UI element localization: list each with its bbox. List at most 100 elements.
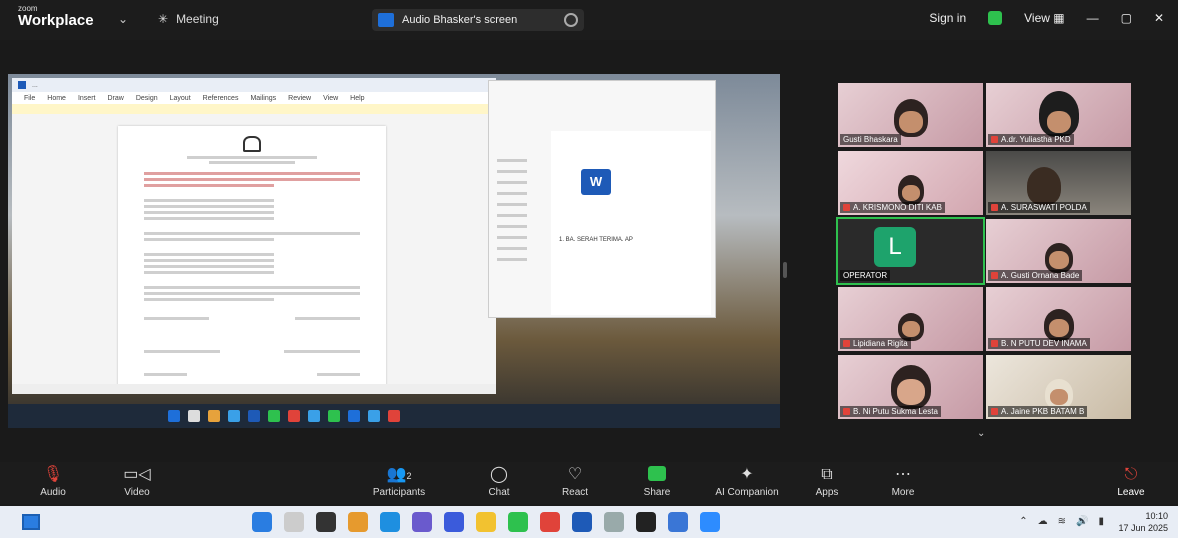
file-explorer-window: W 1. BA. SERAH TERIMA. AP [488,80,716,318]
task-view-icon[interactable] [316,512,336,532]
muted-mic-icon [843,340,850,348]
muted-mic-icon [991,340,998,348]
participant-name: A.dr. Yuliastha PKD [988,134,1074,145]
menu-item: Draw [107,94,124,102]
participant-tile[interactable]: A. Jaine PKB BATAM B [986,355,1131,419]
participant-tile-active[interactable]: L OPERATOR [836,217,985,285]
opera-icon[interactable] [540,512,560,532]
word-icon[interactable] [572,512,592,532]
menu-item: Review [288,94,312,102]
app-icon[interactable] [668,512,688,532]
audio-button[interactable]: 🎙 Audio [18,466,88,498]
teams-icon[interactable] [412,512,432,532]
shared-taskbar [8,404,780,428]
app-icon[interactable] [636,512,656,532]
participant-tile[interactable]: A. KRISMONO DITI KAB [838,151,983,215]
chevron-down-icon[interactable]: ⌄ [118,12,128,26]
maximize-icon[interactable]: ▢ [1121,11,1132,25]
sparkle-icon: ✦ [740,466,754,483]
meeting-menu[interactable]: ✳ Meeting [158,12,219,26]
heart-icon: ♡ [567,466,583,483]
share-screen-icon [622,466,692,484]
participant-name: A. Gusti Ornana Bade [988,270,1083,281]
protected-view-bar [12,104,496,114]
word-window: ... File Home Insert Draw Design Layout … [12,78,496,394]
system-tray[interactable]: ⌃ ☁ ≋ 🔊 ▮ [1019,516,1104,527]
view-button[interactable]: View ▦ [1024,11,1064,25]
minimize-icon[interactable]: — [1087,11,1099,25]
zoom-window: zoom Workplace ⌄ ✳ Meeting Audio Bhasker… [0,0,1178,538]
participant-name: Lipidiana Rigita [840,338,911,349]
security-shield-icon[interactable] [988,11,1003,25]
window-controls: Sign in View ▦ — ▢ ✕ [929,11,1164,25]
menu-item: Insert [77,94,96,102]
apps-button[interactable]: ⧉ Apps [792,466,862,498]
document-page [118,126,386,386]
meeting-toolbar: 🎙 Audio ▭◁ Video 👥2 Participants ◯ Chat … [0,462,1178,504]
share-screen-icon [378,13,394,27]
close-icon[interactable]: ✕ [1154,11,1164,25]
participant-tile[interactable]: A.dr. Yuliastha PKD [986,83,1131,147]
brand-big: Workplace [18,12,94,29]
battery-icon: ▮ [1098,516,1104,527]
search-icon[interactable] [284,512,304,532]
ai-companion-button[interactable]: ✦ AI Companion [708,466,786,498]
copilot-icon[interactable] [348,512,368,532]
participant-name: A. Jaine PKB BATAM B [988,406,1088,417]
leave-button[interactable]: ⎋ Leave [1096,466,1166,498]
chat-button[interactable]: ◯ Chat [464,466,534,498]
start-icon[interactable] [252,512,272,532]
word-title: ... [32,81,38,89]
share-button[interactable]: Share [622,466,692,498]
word-ribbon-menu: File Home Insert Draw Design Layout Refe… [12,92,496,104]
view-options-icon[interactable] [564,13,578,27]
video-button[interactable]: ▭◁ Video [102,466,172,498]
participant-name: B. Ni Putu Sukma Lesta [840,406,941,417]
emblem-icon [243,136,261,152]
volume-icon: 🔊 [1076,516,1089,527]
more-button[interactable]: ⋯ More [868,466,938,498]
clock[interactable]: 10:10 17 Jun 2025 [1118,510,1168,534]
edge-icon[interactable] [380,512,400,532]
muted-mic-icon [991,408,998,416]
participant-tile[interactable]: A. SURASWATI POLDA [986,151,1131,215]
participant-tile[interactable]: B. Ni Putu Sukma Lesta [838,355,983,419]
participant-name: A. SURASWATI POLDA [988,202,1090,213]
participants-button[interactable]: 👥2 Participants [364,466,434,498]
app-icon[interactable] [604,512,624,532]
react-button[interactable]: ♡ React [540,466,610,498]
widgets-icon[interactable] [22,514,40,530]
chrome-icon[interactable] [508,512,528,532]
apps-grid-icon: ⧉ [821,466,833,483]
participant-gallery: Gusti Bhaskara A.dr. Yuliastha PKD A. KR… [836,83,1132,421]
muted-mic-icon [843,408,850,416]
video-camera-icon: ▭◁ [123,466,151,483]
muted-mic-icon [991,204,998,212]
resize-handle[interactable] [783,262,787,278]
word-app-icon [18,81,26,89]
word-title-bar: ... [12,78,496,92]
chat-icon: ◯ [490,466,508,483]
menu-item: File [24,94,36,102]
file-list [497,151,547,311]
app-icon[interactable] [444,512,464,532]
participant-tile[interactable]: Lipidiana Rigita [838,287,983,351]
sign-in-link[interactable]: Sign in [929,11,966,25]
chevron-up-icon: ⌃ [1019,516,1028,527]
leave-door-icon: ⎋ [1124,466,1138,483]
gallery-next-icon[interactable]: ⌄ [977,428,985,439]
file-explorer-icon[interactable] [476,512,496,532]
participant-name: OPERATOR [840,270,891,281]
share-banner-text: Audio Bhasker's screen [402,14,518,26]
muted-mic-icon [991,272,998,280]
screen-share-banner[interactable]: Audio Bhasker's screen [372,9,584,31]
muted-mic-icon [843,204,850,212]
top-bar: zoom Workplace ⌄ ✳ Meeting Audio Bhasker… [0,0,1178,40]
shared-screen[interactable]: ... File Home Insert Draw Design Layout … [8,74,780,428]
participant-tile[interactable]: B. N PUTU DEV INAMA [986,287,1131,351]
word-status-bar [12,384,496,394]
participant-tile[interactable]: Gusti Bhaskara [838,83,983,147]
participant-tile[interactable]: A. Gusti Ornana Bade [986,219,1131,283]
menu-item: Help [350,94,365,102]
zoom-icon[interactable] [700,512,720,532]
